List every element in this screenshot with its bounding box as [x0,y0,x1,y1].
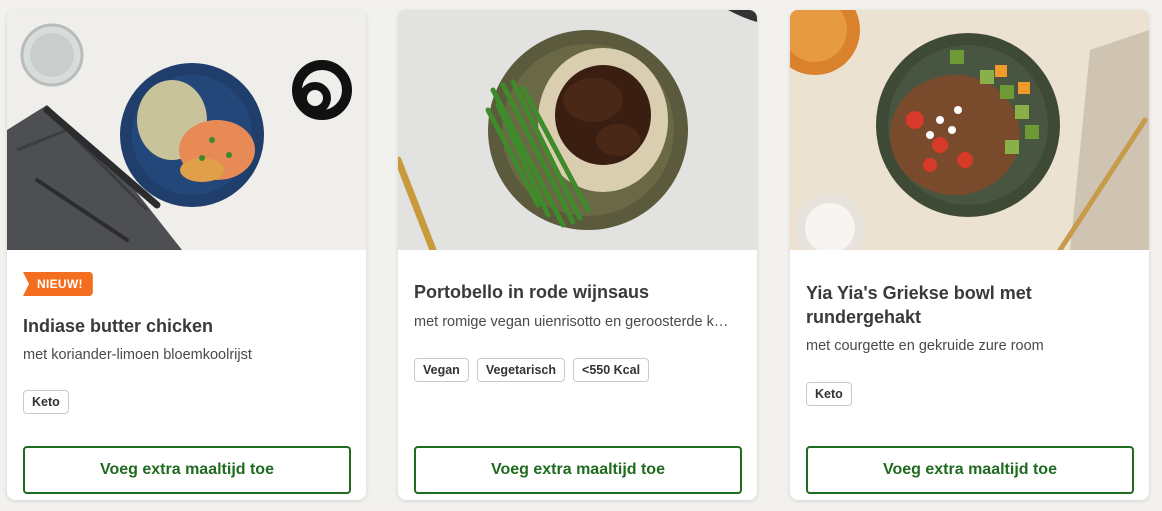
recipe-subtitle: met courgette en gekruide zure room [806,338,1044,354]
recipe-card-griekse-bowl[interactable]: Yia Yia's Griekse bowl met rundergehakt … [790,10,1149,500]
recipe-card-portobello[interactable]: Portobello in rode wijnsaus met romige v… [398,10,757,500]
recipe-image-griekse-bowl[interactable] [790,10,1149,250]
recipe-tags: Keto [806,382,852,406]
recipe-title[interactable]: Yia Yia's Griekse bowl met rundergehakt [806,281,1126,329]
recipe-subtitle: met romige vegan uienrisotto en gerooste… [414,314,729,330]
recipe-image-butter-chicken[interactable] [7,10,366,250]
tag-keto: Keto [806,382,852,406]
recipe-card-body: Yia Yia's Griekse bowl met rundergehakt … [790,250,1149,500]
new-badge: NIEUW! [23,272,93,296]
recipe-card-butter-chicken[interactable]: NIEUW! Indiase butter chicken met korian… [7,10,366,500]
recipe-image-portobello[interactable] [398,10,757,250]
recipe-card-body: NIEUW! Indiase butter chicken met korian… [7,250,366,500]
tag-vegetarisch: Vegetarisch [476,358,566,382]
recipe-tags: Keto [23,390,69,414]
add-extra-meal-button[interactable]: Voeg extra maaltijd toe [806,446,1134,494]
recipe-subtitle: met koriander-limoen bloemkoolrijst [23,347,252,363]
tag-calories: <550 Kcal [573,358,650,382]
recipe-card-body: Portobello in rode wijnsaus met romige v… [398,250,757,500]
add-extra-meal-button[interactable]: Voeg extra maaltijd toe [414,446,742,494]
tag-keto: Keto [23,390,69,414]
tag-vegan: Vegan [414,358,469,382]
recipe-tags: Vegan Vegetarisch <550 Kcal [414,358,650,382]
recipe-title[interactable]: Indiase butter chicken [23,314,343,338]
add-extra-meal-button[interactable]: Voeg extra maaltijd toe [23,446,351,494]
recipe-title[interactable]: Portobello in rode wijnsaus [414,280,734,304]
